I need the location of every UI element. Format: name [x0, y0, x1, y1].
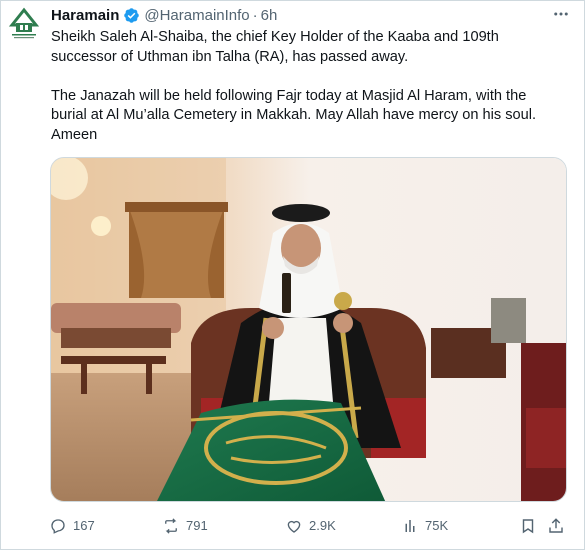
tweet-header: Haramain @HaramainInfo · 6h	[51, 6, 277, 24]
haramain-logo-avatar[interactable]	[7, 5, 41, 41]
share-icon	[549, 518, 563, 533]
like-button[interactable]: 2.9K	[285, 515, 336, 537]
share-button[interactable]	[547, 515, 571, 537]
tweet-timestamp[interactable]: 6h	[261, 7, 278, 24]
views-chart-icon	[405, 520, 415, 532]
author-name[interactable]: Haramain	[51, 7, 119, 24]
reply-count: 167	[73, 518, 95, 533]
repost-button[interactable]: 791	[162, 515, 208, 537]
like-count: 2.9K	[309, 518, 336, 533]
separator-dot: ·	[252, 6, 258, 24]
reply-button[interactable]: 167	[49, 515, 95, 537]
bookmark-button[interactable]	[519, 515, 543, 537]
views-button[interactable]: 75K	[401, 515, 448, 537]
photo-illustration	[51, 158, 566, 501]
author-handle[interactable]: @HaramainInfo	[144, 7, 249, 24]
verified-badge-icon	[124, 7, 140, 23]
tweet-card[interactable]: Haramain @HaramainInfo · 6h Sheikh Saleh…	[0, 0, 585, 550]
reply-icon	[51, 519, 65, 534]
view-count: 75K	[425, 518, 449, 533]
tweet-text: Sheikh Saleh Al-Shaiba, the chief Key Ho…	[51, 29, 537, 143]
heart-icon	[287, 520, 301, 533]
repost-icon	[165, 518, 177, 534]
bookmark-icon	[522, 519, 534, 534]
tweet-photo[interactable]	[50, 157, 567, 502]
repost-count: 791	[186, 518, 208, 533]
more-options-icon[interactable]	[552, 5, 570, 28]
tweet-actions: 167 791 2.9K 75K	[49, 515, 569, 537]
haramain-logo-icon	[7, 5, 41, 41]
